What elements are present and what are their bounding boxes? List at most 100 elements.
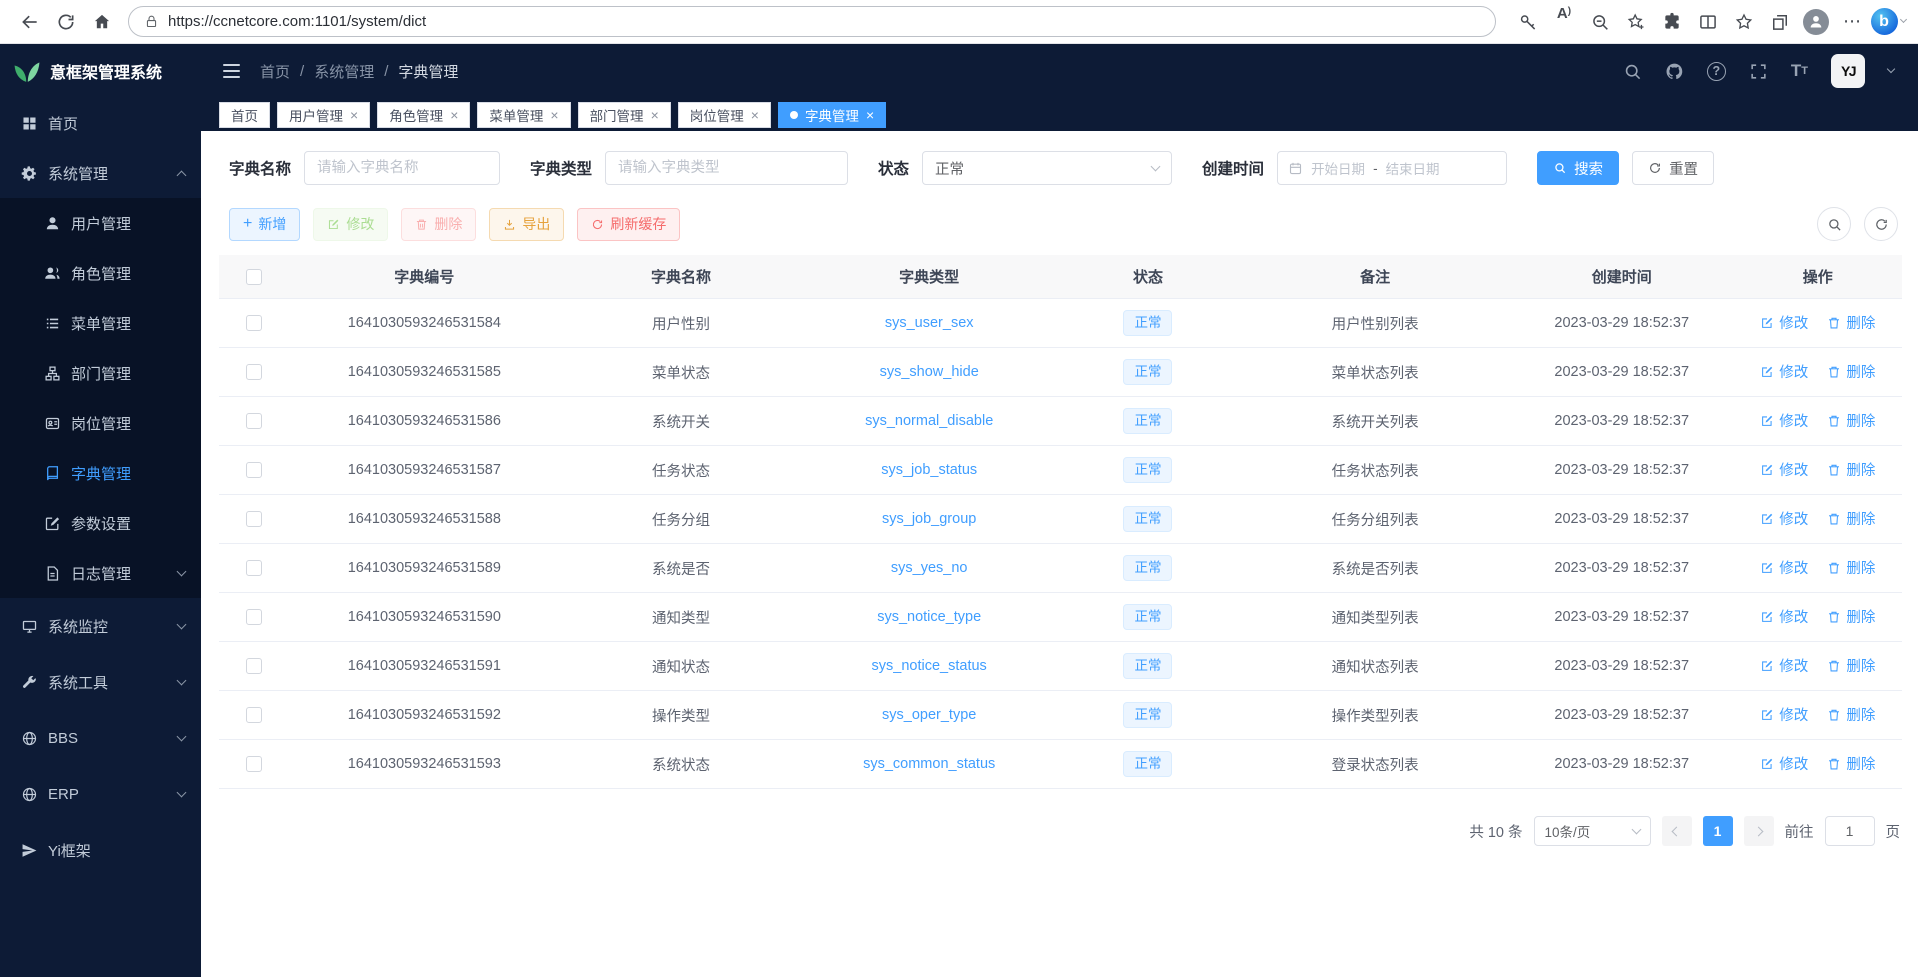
- goto-page-input[interactable]: [1825, 816, 1875, 846]
- close-icon[interactable]: ×: [866, 108, 874, 122]
- tab-dict[interactable]: 字典管理 ×: [778, 102, 886, 128]
- show-search-toggle[interactable]: [1817, 207, 1851, 241]
- refresh-icon[interactable]: [48, 5, 84, 39]
- row-checkbox[interactable]: [246, 511, 262, 527]
- select-all-checkbox[interactable]: [246, 269, 262, 285]
- date-range-picker[interactable]: 开始日期 - 结束日期: [1277, 151, 1507, 185]
- close-icon[interactable]: ×: [450, 108, 458, 122]
- home-icon[interactable]: [84, 5, 120, 39]
- bing-chat-icon[interactable]: b: [1870, 5, 1906, 39]
- sidebar-item-home[interactable]: 首页: [0, 98, 201, 148]
- row-checkbox[interactable]: [246, 707, 262, 723]
- current-page-button[interactable]: 1: [1703, 816, 1733, 846]
- sidebar-item-posts[interactable]: 岗位管理: [0, 398, 201, 448]
- close-icon[interactable]: ×: [751, 108, 759, 122]
- add-button[interactable]: + 新增: [229, 208, 300, 241]
- row-edit-link[interactable]: 修改: [1760, 753, 1808, 774]
- sidebar-item-users[interactable]: 用户管理: [0, 198, 201, 248]
- row-delete-link[interactable]: 删除: [1827, 508, 1875, 529]
- sidebar-item-dict[interactable]: 字典管理: [0, 448, 201, 498]
- row-delete-link[interactable]: 删除: [1827, 312, 1875, 333]
- row-delete-link[interactable]: 删除: [1827, 557, 1875, 578]
- sidebar-item-bbs[interactable]: BBS: [0, 710, 201, 766]
- sidebar-item-menus[interactable]: 菜单管理: [0, 298, 201, 348]
- tab-posts[interactable]: 岗位管理 ×: [678, 102, 771, 128]
- row-edit-link[interactable]: 修改: [1760, 459, 1808, 480]
- row-edit-link[interactable]: 修改: [1760, 508, 1808, 529]
- dict-name-input[interactable]: [304, 151, 500, 185]
- dict-type-link[interactable]: sys_job_status: [881, 462, 977, 478]
- user-avatar[interactable]: YJ: [1831, 54, 1865, 88]
- row-edit-link[interactable]: 修改: [1760, 655, 1808, 676]
- row-checkbox[interactable]: [246, 413, 262, 429]
- dict-type-link[interactable]: sys_user_sex: [885, 315, 974, 331]
- extensions-icon[interactable]: [1654, 5, 1690, 39]
- next-page-button[interactable]: [1744, 816, 1774, 846]
- breadcrumb-home[interactable]: 首页: [260, 61, 290, 82]
- row-edit-link[interactable]: 修改: [1760, 557, 1808, 578]
- dict-type-link[interactable]: sys_yes_no: [891, 560, 968, 576]
- search-button[interactable]: 搜索: [1537, 151, 1619, 185]
- row-delete-link[interactable]: 删除: [1827, 655, 1875, 676]
- app-logo[interactable]: 意框架管理系统: [0, 44, 201, 98]
- breadcrumb-system[interactable]: 系统管理: [314, 61, 374, 82]
- row-checkbox[interactable]: [246, 658, 262, 674]
- collections-icon[interactable]: [1762, 5, 1798, 39]
- refresh-table-button[interactable]: [1864, 207, 1898, 241]
- close-icon[interactable]: ×: [651, 108, 659, 122]
- row-edit-link[interactable]: 修改: [1760, 410, 1808, 431]
- tab-roles[interactable]: 角色管理 ×: [377, 102, 470, 128]
- delete-button[interactable]: 删除: [401, 208, 476, 241]
- dict-type-input[interactable]: [605, 151, 848, 185]
- page-size-select[interactable]: 10条/页: [1534, 816, 1651, 846]
- tab-menus[interactable]: 菜单管理 ×: [477, 102, 570, 128]
- status-select[interactable]: 正常: [922, 151, 1172, 185]
- row-checkbox[interactable]: [246, 364, 262, 380]
- row-edit-link[interactable]: 修改: [1760, 704, 1808, 725]
- tab-users[interactable]: 用户管理 ×: [277, 102, 370, 128]
- row-checkbox[interactable]: [246, 609, 262, 625]
- tab-home[interactable]: 首页: [219, 102, 270, 128]
- row-checkbox[interactable]: [246, 756, 262, 772]
- row-delete-link[interactable]: 删除: [1827, 704, 1875, 725]
- github-icon[interactable]: [1665, 62, 1684, 81]
- read-aloud-icon[interactable]: A): [1546, 5, 1582, 39]
- search-icon[interactable]: [1623, 62, 1642, 81]
- dict-type-link[interactable]: sys_normal_disable: [865, 413, 993, 429]
- sidebar-item-system[interactable]: 系统管理: [0, 148, 201, 198]
- refresh-cache-button[interactable]: 刷新缓存: [577, 208, 680, 241]
- more-menu-icon[interactable]: ⋯: [1834, 5, 1870, 39]
- row-checkbox[interactable]: [246, 315, 262, 331]
- row-delete-link[interactable]: 删除: [1827, 753, 1875, 774]
- row-delete-link[interactable]: 删除: [1827, 410, 1875, 431]
- row-edit-link[interactable]: 修改: [1760, 361, 1808, 382]
- sidebar-item-erp[interactable]: ERP: [0, 766, 201, 822]
- sidebar-item-yi[interactable]: Yi框架: [0, 822, 201, 878]
- back-icon[interactable]: [12, 5, 48, 39]
- sidebar-item-roles[interactable]: 角色管理: [0, 248, 201, 298]
- row-edit-link[interactable]: 修改: [1760, 606, 1808, 627]
- close-icon[interactable]: ×: [550, 108, 558, 122]
- split-screen-icon[interactable]: [1690, 5, 1726, 39]
- dict-type-link[interactable]: sys_show_hide: [880, 364, 979, 380]
- reset-button[interactable]: 重置: [1632, 151, 1714, 185]
- font-size-icon[interactable]: TT: [1791, 61, 1808, 81]
- row-checkbox[interactable]: [246, 560, 262, 576]
- row-edit-link[interactable]: 修改: [1760, 312, 1808, 333]
- export-button[interactable]: 导出: [489, 208, 564, 241]
- row-checkbox[interactable]: [246, 462, 262, 478]
- fullscreen-icon[interactable]: [1749, 62, 1768, 81]
- row-delete-link[interactable]: 删除: [1827, 459, 1875, 480]
- dict-type-link[interactable]: sys_notice_status: [872, 658, 987, 674]
- row-delete-link[interactable]: 删除: [1827, 606, 1875, 627]
- edit-button[interactable]: 修改: [313, 208, 388, 241]
- profile-avatar[interactable]: [1798, 5, 1834, 39]
- dict-type-link[interactable]: sys_common_status: [863, 756, 995, 772]
- dict-type-link[interactable]: sys_job_group: [882, 511, 976, 527]
- sidebar-item-logs[interactable]: 日志管理: [0, 548, 201, 598]
- sidebar-item-params[interactable]: 参数设置: [0, 498, 201, 548]
- row-delete-link[interactable]: 删除: [1827, 361, 1875, 382]
- key-icon[interactable]: [1510, 5, 1546, 39]
- favorites-star-icon[interactable]: [1726, 5, 1762, 39]
- url-bar[interactable]: https://ccnetcore.com:1101/system/dict: [128, 6, 1496, 37]
